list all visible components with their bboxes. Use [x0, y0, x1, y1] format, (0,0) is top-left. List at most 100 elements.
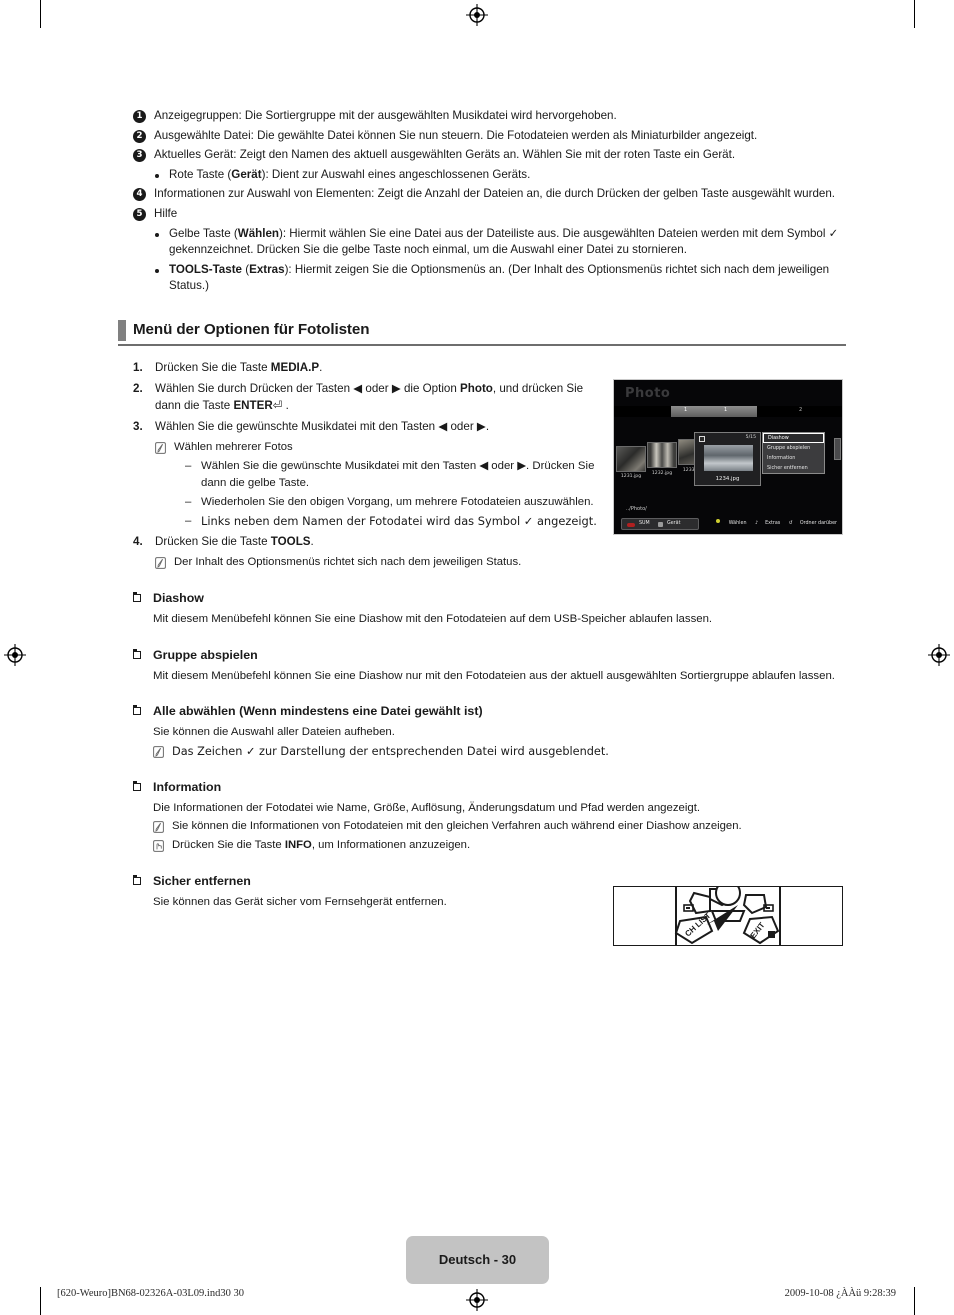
step-number: 3.	[133, 419, 143, 433]
crop-mark-bottom-right	[914, 1287, 915, 1315]
step-text: Drücken Sie die Taste TOOLS.	[155, 534, 314, 548]
registration-mark-top	[466, 4, 488, 26]
subsection-body: Die Informationen der Fotodatei wie Name…	[153, 801, 701, 814]
tv-selected-filename: 1234.jpg	[715, 476, 740, 482]
callout-item-4: 4 Informationen zur Auswahl von Elemente…	[133, 186, 845, 203]
callout-text: Ausgewählte Datei: Die gewählte Datei kö…	[154, 128, 758, 142]
note-pencil-icon	[153, 821, 164, 834]
procedure-step-3: 3. Wählen Sie die gewünschte Musikdatei …	[133, 418, 603, 435]
footer-timestamp: 2009-10-08 ¿ÀÀü 9:28:39	[784, 1288, 896, 1299]
tv-sort-group-bar: 1 1 2	[614, 406, 842, 417]
tv-sort-label-center: 1	[724, 407, 728, 413]
callout-text: Anzeigegruppen: Die Sortiergruppe mit de…	[154, 109, 617, 122]
callout-number-badge: 4	[133, 188, 146, 202]
note-pencil-icon	[155, 557, 166, 569]
callout-subbullet-text: TOOLS-Taste (Extras): Hiermit zeigen Sie…	[169, 262, 830, 293]
step-number: 2.	[133, 381, 143, 395]
tv-menu-item-sicher-entfernen[interactable]: Sicher entfernen	[763, 463, 824, 473]
tv-menu-item-information[interactable]: Information	[763, 453, 824, 463]
tv-hint-waehlen: Wählen	[715, 519, 747, 526]
step-text: Wählen Sie durch Drücken der Tasten ◀ od…	[155, 381, 584, 412]
thumb-image	[617, 447, 645, 471]
crop-mark-top-right	[914, 0, 915, 28]
subsection-notes: Das Zeichen ✓ zur Darstellung der entspr…	[153, 743, 845, 760]
procedure-step-1: 1. Drücken Sie die Taste MEDIA.P.	[133, 359, 603, 376]
tv-select-checkbox[interactable]	[699, 436, 705, 442]
callout-number-badge: 1	[133, 110, 146, 123]
tv-thumbnail	[616, 446, 646, 472]
section-accent-bar	[118, 319, 126, 341]
subsection-title: Diashow	[153, 590, 204, 605]
thumb-image	[648, 443, 676, 467]
tv-bottom-bar: SUM Gerät Wählen ♪ Extras ↺ Ordner darüber	[614, 518, 842, 531]
dash-text: Wählen Sie die gewünschte Musikdatei mit…	[201, 459, 595, 489]
remote-control-figure: CH LIST EXIT	[613, 880, 843, 946]
procedure-step-4: 4. Drücken Sie die Taste TOOLS.	[133, 533, 603, 550]
note-pencil-icon	[155, 442, 166, 454]
procedure-list: 1. Drücken Sie die Taste MEDIA.P. 2. Wäh…	[133, 359, 603, 571]
dash-icon: –	[185, 495, 192, 508]
subsection-note: Drücken Sie die Taste INFO, um Informati…	[153, 837, 845, 854]
callout-text: Aktuelles Gerät: Zeigt den Namen des akt…	[154, 148, 736, 162]
subsection-diashow: Diashow Mit diesem Menübefehl können Sie…	[132, 590, 845, 628]
tv-hint-extras: ♪ Extras	[755, 521, 781, 526]
procedure-note: Wählen mehrerer Fotos	[155, 439, 603, 456]
registration-mark-left	[4, 644, 26, 666]
step-text: Wählen Sie die gewünschte Musikdatei mit…	[155, 419, 490, 433]
yellow-key-icon	[715, 519, 720, 523]
dash-icon: –	[185, 514, 192, 527]
callout-list: 1 Anzeigegruppen: Die Sortiergruppe mit …	[133, 108, 845, 295]
crop-mark-top-left	[40, 0, 41, 28]
subsection-alle-abwaehlen: Alle abwählen (Wenn mindestens eine Date…	[132, 703, 845, 760]
tv-screenshot-figure: Photo 1 1 2 1231.jpg 1232.jpg 1233.jpg 5…	[613, 379, 843, 535]
step-number: 4.	[133, 534, 143, 548]
square-bullet-icon	[132, 591, 141, 602]
subsection-gruppe-abspielen: Gruppe abspielen Mit diesem Menübefehl k…	[132, 647, 845, 685]
page-number-label: Deutsch - 30	[438, 1252, 517, 1267]
tv-thumbnail	[647, 442, 677, 468]
tv-menu-item-diashow[interactable]: Diashow	[763, 433, 824, 443]
grey-key-icon	[658, 522, 663, 527]
callout-number-badge: 3	[133, 149, 146, 163]
callout-text: Hilfe	[154, 206, 178, 220]
manual-page: 1 Anzeigegruppen: Die Sortiergruppe mit …	[0, 0, 954, 1315]
procedure-dash-item: – Wählen Sie die gewünschte Musikdatei m…	[185, 458, 603, 492]
tv-current-path: ../Photo/	[626, 506, 647, 512]
subsection-body: Mit diesem Menübefehl können Sie eine Di…	[153, 612, 713, 625]
square-bullet-icon	[132, 780, 141, 791]
square-bullet-icon	[132, 705, 141, 716]
section-header: Menü der Optionen für Fotolisten	[118, 319, 846, 347]
callout-number-badge: 5	[133, 207, 146, 221]
subsection-heading: Information	[132, 779, 845, 796]
procedure-step-2: 2. Wählen Sie durch Drücken der Tasten ◀…	[133, 380, 603, 414]
registration-mark-bottom	[466, 1289, 488, 1311]
callout-item-5: 5 Hilfe Gelbe Taste (Wählen): Hiermit wä…	[133, 206, 845, 295]
procedure-note: Der Inhalt des Optionsmenüs richtet sich…	[155, 554, 603, 571]
tv-menu-item-gruppe-abspielen[interactable]: Gruppe abspielen	[763, 443, 824, 453]
subsection-heading: Alle abwählen (Wenn mindestens eine Date…	[132, 703, 845, 720]
subsection-notes: Sie können die Informationen von Fotodat…	[153, 818, 845, 854]
registration-mark-right	[928, 644, 950, 666]
dash-text: Links neben dem Namen der Fotodatei wird…	[201, 513, 597, 528]
square-bullet-icon	[132, 648, 141, 659]
bullet-dot-icon	[155, 173, 159, 178]
tv-selected-file-card: 5/15 1234.jpg	[694, 432, 761, 486]
bullet-dot-icon	[155, 268, 159, 273]
subsection-list: Diashow Mit diesem Menübefehl können Sie…	[132, 590, 845, 911]
remote-control-drawing: CH LIST EXIT	[674, 880, 781, 945]
step-text: Drücken Sie die Taste MEDIA.P.	[155, 360, 323, 374]
crop-mark-bottom-left	[40, 1287, 41, 1315]
note-text: Drücken Sie die Taste INFO, um Informati…	[172, 839, 471, 852]
tv-hint-ordner-darueber: ↺ Ordner darüber	[788, 521, 837, 526]
callout-subbullet: Gelbe Taste (Wählen): Hiermit wählen Sie…	[155, 226, 845, 259]
note-text: Wählen mehrerer Fotos	[174, 440, 293, 453]
section-title: Menü der Optionen für Fotolisten	[133, 320, 370, 338]
callout-text: Informationen zur Auswahl von Elementen:…	[154, 187, 836, 201]
callout-item-2: 2 Ausgewählte Datei: Die gewählte Datei …	[133, 128, 845, 145]
tv-scroll-indicator[interactable]	[834, 438, 841, 460]
note-pencil-icon	[153, 745, 164, 758]
subsection-body: Sie können die Auswahl aller Dateien auf…	[153, 726, 395, 739]
callout-item-1: 1 Anzeigegruppen: Die Sortiergruppe mit …	[133, 108, 845, 125]
subsection-note: Sie können die Informationen von Fotodat…	[153, 818, 845, 835]
tv-device-pill: SUM Gerät	[621, 518, 699, 530]
